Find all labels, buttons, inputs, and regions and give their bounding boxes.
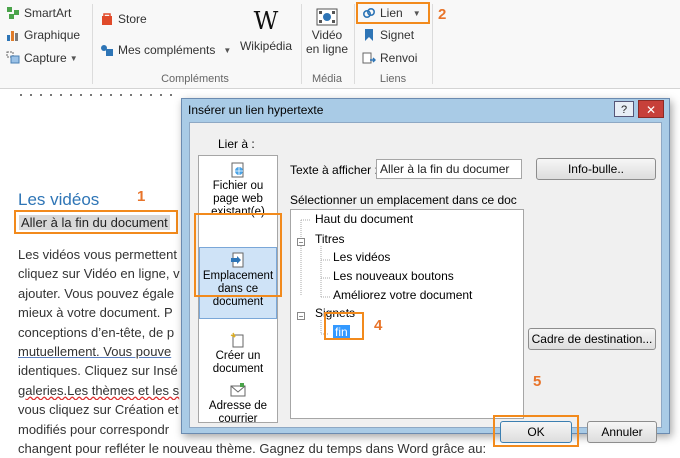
addins-icon xyxy=(101,45,113,56)
smartart-label: SmartArt xyxy=(24,6,72,20)
annotation-number-5: 5 xyxy=(533,373,542,390)
video-label-line1: Vidéo xyxy=(311,28,343,42)
annuler-button[interactable]: Annuler xyxy=(587,421,657,443)
new-document-icon xyxy=(230,332,244,348)
annotation-number-4: 4 xyxy=(374,317,383,334)
tree-item-titre[interactable]: Les nouveaux boutons xyxy=(333,269,454,283)
capture-icon xyxy=(6,51,20,64)
link-to-new-document[interactable]: Créer un document xyxy=(199,332,277,376)
group-liens-label: Liens xyxy=(379,73,407,85)
wikipedia-label: Wikipédia xyxy=(239,39,293,53)
annotation-number-2: 2 xyxy=(438,6,447,23)
chevron-down-icon: ▼ xyxy=(69,53,78,63)
email-icon xyxy=(230,383,246,397)
collapse-icon[interactable]: − xyxy=(297,312,305,321)
renvoi-button[interactable]: Renvoi xyxy=(362,51,417,65)
wikipedia-button[interactable]: W Wikipédia xyxy=(238,6,294,53)
renvoi-label: Renvoi xyxy=(380,51,418,65)
ribbon-separator xyxy=(354,4,355,84)
cadre-destination-button[interactable]: Cadre de destination... xyxy=(528,328,656,350)
selected-text[interactable]: Aller à la fin du document xyxy=(19,215,170,230)
document-line: changent pour refléter le nouveau thème.… xyxy=(18,441,487,457)
selection-emplacement-label: Sélectionner un emplacement dans ce doc xyxy=(290,193,517,207)
bookmark-icon xyxy=(365,29,373,41)
store-icon xyxy=(102,13,112,25)
tree-item-titre[interactable]: Les vidéos xyxy=(333,250,390,264)
video-label-line2: en ligne xyxy=(305,42,349,56)
annotation-number-1: 1 xyxy=(137,188,146,205)
smartart-icon xyxy=(7,7,19,19)
store-label: Store xyxy=(118,12,147,26)
collapse-icon[interactable]: − xyxy=(297,238,305,247)
mes-complements-label: Mes compléments xyxy=(118,43,216,57)
annotation-box-1: Aller à la fin du document xyxy=(14,210,178,234)
wikipedia-icon: W xyxy=(253,7,279,35)
signet-label: Signet xyxy=(380,28,415,42)
smartart-button[interactable]: SmartArt xyxy=(6,6,71,20)
group-media-label: Média xyxy=(312,73,342,85)
mes-complements-button[interactable]: Mes compléments ▼ xyxy=(100,43,231,57)
capture-button[interactable]: Capture ▼ xyxy=(6,51,78,65)
close-button[interactable]: ✕ xyxy=(638,100,664,118)
capture-label: Capture xyxy=(24,51,67,65)
help-button[interactable]: ? xyxy=(614,101,634,117)
tree-item-titre[interactable]: Améliorez votre document xyxy=(333,288,472,302)
lier-a-label: Lier à : xyxy=(218,137,255,151)
dialog-title: Insérer un lien hypertexte xyxy=(188,103,324,117)
chevron-down-icon: ▼ xyxy=(223,45,232,55)
ribbon-separator xyxy=(92,4,93,84)
cross-reference-icon xyxy=(362,52,376,64)
store-button[interactable]: Store xyxy=(100,12,147,26)
infobulle-button[interactable]: Info-bulle.. xyxy=(536,158,656,180)
graphique-button[interactable]: Graphique xyxy=(6,28,80,42)
link-to-existing-file[interactable]: Fichier ou page web existant(e) xyxy=(199,162,277,219)
document-heading: Les vidéos xyxy=(18,190,100,209)
signet-button[interactable]: Signet xyxy=(362,28,414,42)
ok-button[interactable]: OK xyxy=(500,421,572,443)
video-en-ligne-button[interactable]: Vidéo en ligne xyxy=(302,6,352,56)
texte-a-afficher-label: Texte à afficher : xyxy=(290,163,378,177)
tree-item-haut-du-document[interactable]: Haut du document xyxy=(315,212,413,226)
link-to-email-address[interactable]: Adresse de courrier xyxy=(199,382,277,426)
ribbon-separator xyxy=(432,4,433,84)
web-page-icon xyxy=(231,162,244,178)
annotation-box-2 xyxy=(356,2,430,24)
graphique-label: Graphique xyxy=(24,28,81,42)
texte-a-afficher-input[interactable]: Aller à la fin du documer xyxy=(376,159,522,179)
video-icon xyxy=(316,8,338,26)
ribbon: SmartArt Graphique Capture ▼ Store Mes c… xyxy=(0,0,680,89)
dialog-body: Lier à : Fichier ou page web existant(e)… xyxy=(189,122,662,447)
group-complements-label: Compléments xyxy=(161,73,229,85)
hyperlink-dialog: Insérer un lien hypertexte ? ✕ Lier à : … xyxy=(181,98,670,447)
annotation-box-4 xyxy=(324,312,364,340)
tree-item-titres[interactable]: Titres xyxy=(315,232,345,246)
annotation-box-3 xyxy=(194,213,282,297)
chart-icon xyxy=(7,31,18,41)
